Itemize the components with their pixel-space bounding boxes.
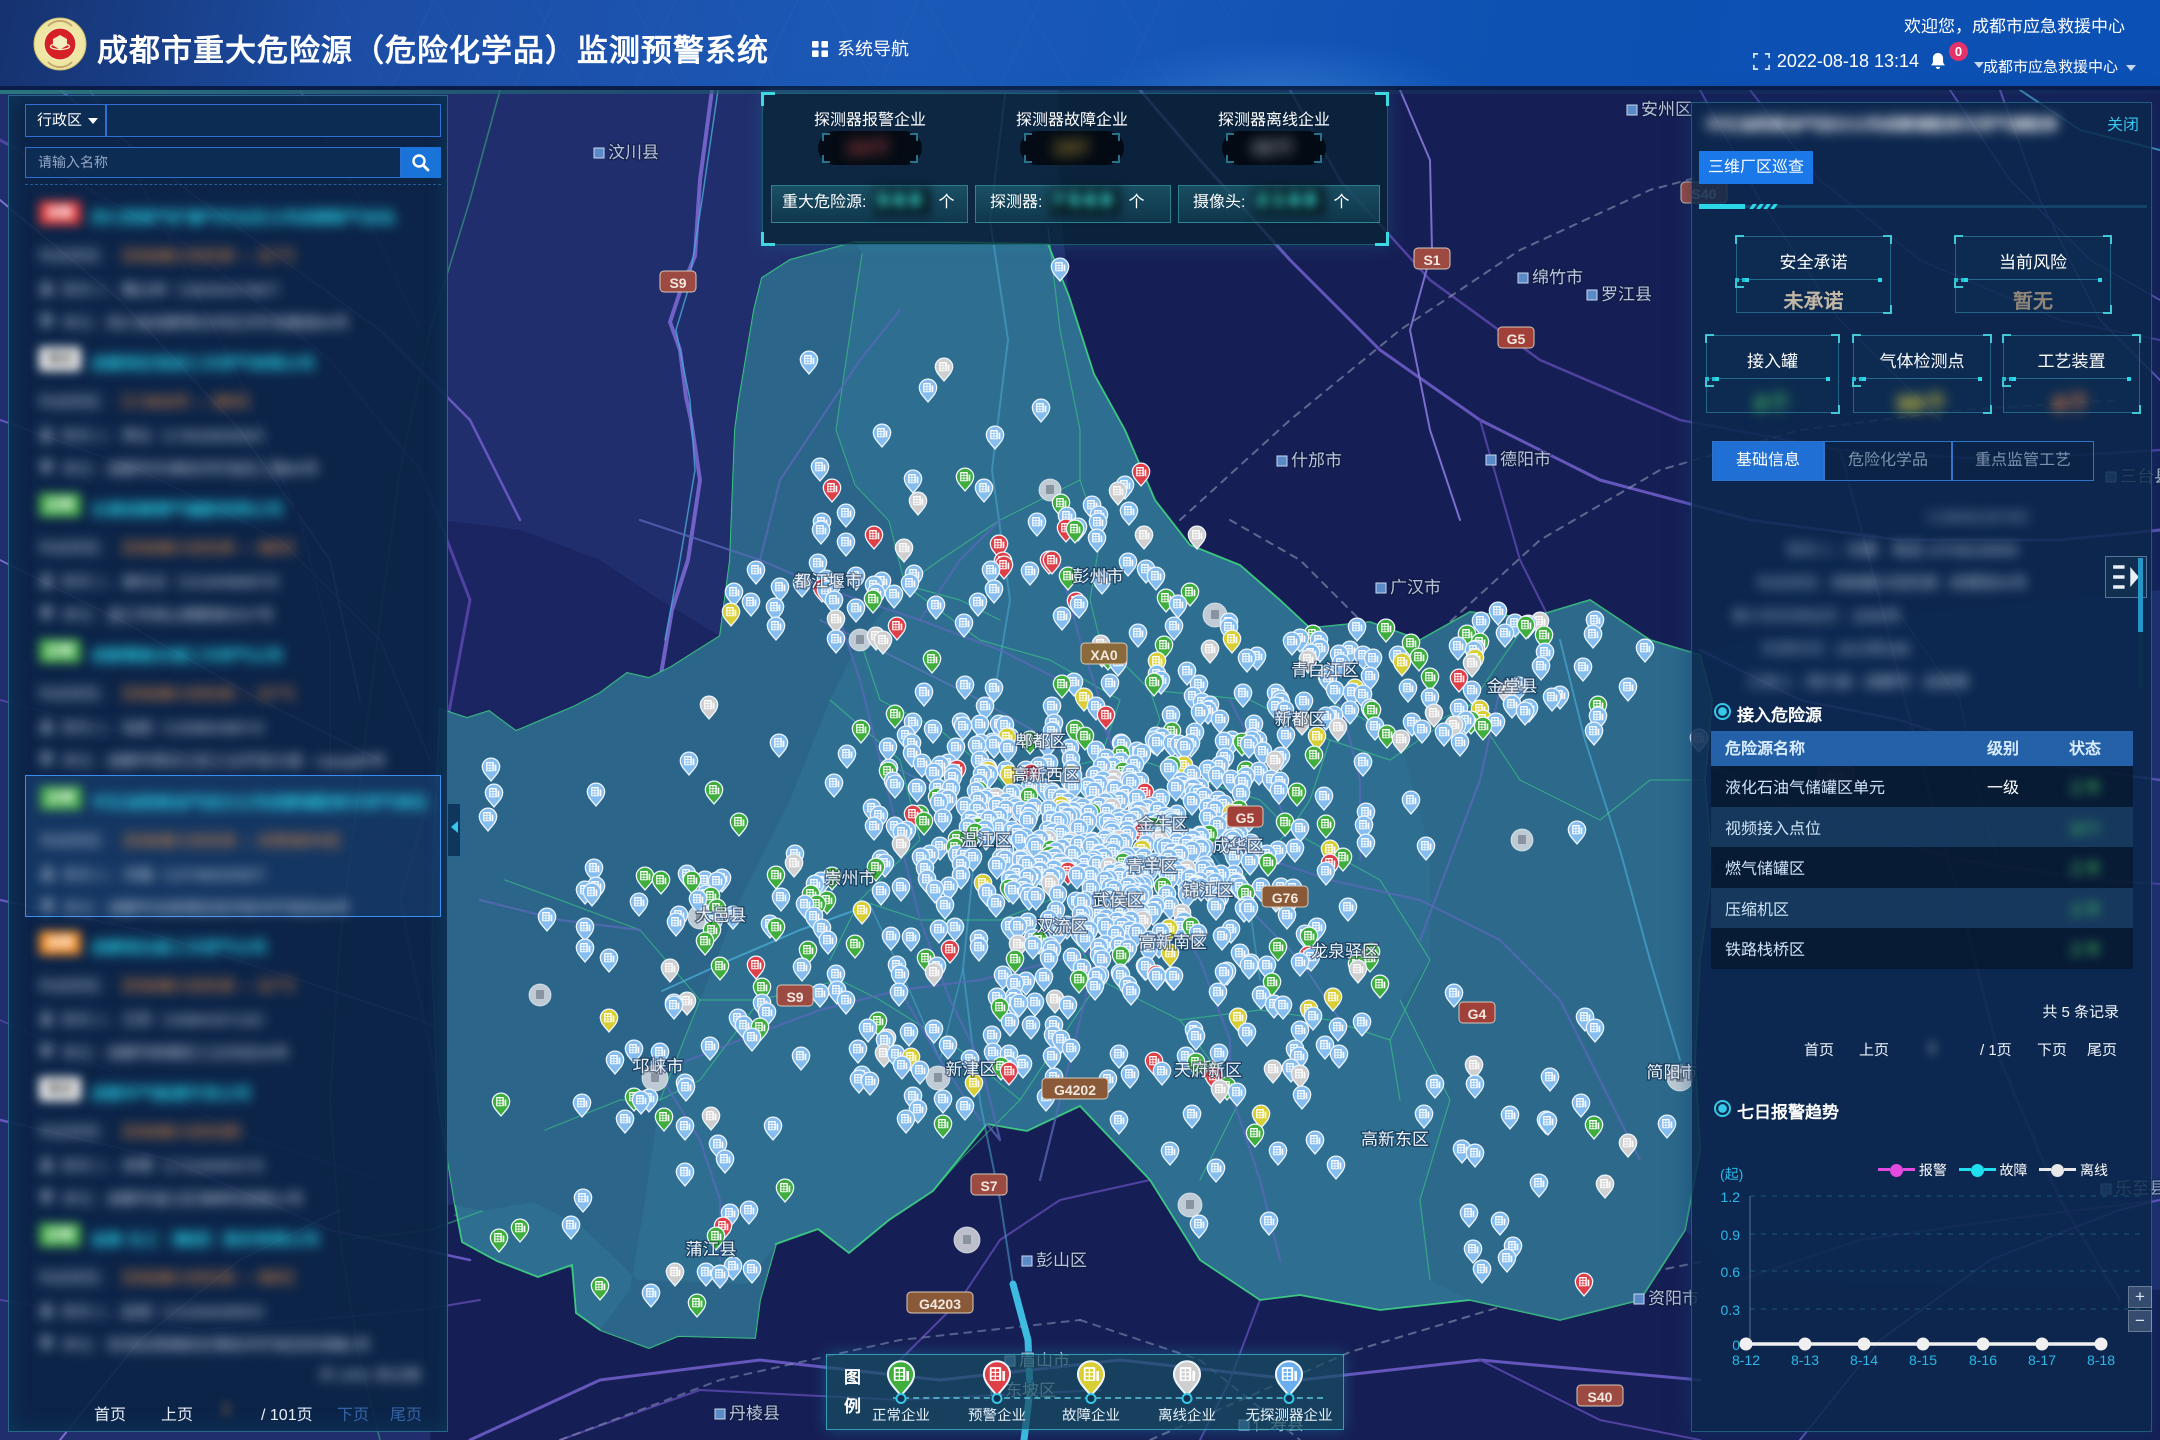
svg-text:双流区: 双流区 <box>1037 917 1088 936</box>
svg-text:什邡市: 什邡市 <box>1291 451 1342 470</box>
svg-text:罗江县: 罗江县 <box>1601 285 1652 304</box>
svg-text:都江堰市: 都江堰市 <box>794 572 862 591</box>
svg-text:青白江区: 青白江区 <box>1291 661 1359 680</box>
svg-text:安州区: 安州区 <box>1641 100 1692 119</box>
svg-text:彭州市: 彭州市 <box>1073 567 1124 586</box>
svg-text:郫都区: 郫都区 <box>1016 732 1067 751</box>
svg-text:邛崃市: 邛崃市 <box>633 1057 684 1076</box>
svg-text:温江区: 温江区 <box>961 831 1012 850</box>
svg-text:青羊区: 青羊区 <box>1127 857 1178 876</box>
svg-text:蒲江县: 蒲江县 <box>686 1240 737 1259</box>
svg-text:高新南区: 高新南区 <box>1139 933 1207 952</box>
svg-text:德阳市: 德阳市 <box>1500 450 1551 469</box>
svg-text:大邑县: 大邑县 <box>696 906 747 925</box>
svg-text:G4203: G4203 <box>919 1296 961 1312</box>
svg-text:XA0: XA0 <box>1090 647 1117 663</box>
svg-text:锦江区: 锦江区 <box>1183 881 1234 900</box>
svg-text:崇州市: 崇州市 <box>825 869 876 888</box>
svg-text:成华区: 成华区 <box>1213 837 1264 856</box>
svg-text:G76: G76 <box>1272 890 1299 906</box>
svg-text:新津区: 新津区 <box>946 1060 997 1079</box>
svg-text:武侯区: 武侯区 <box>1093 891 1144 910</box>
svg-text:高新东区: 高新东区 <box>1361 1130 1429 1149</box>
svg-text:丹棱县: 丹棱县 <box>729 1404 780 1423</box>
svg-text:高新西区: 高新西区 <box>1012 766 1080 785</box>
svg-text:广汉市: 广汉市 <box>1390 578 1441 597</box>
svg-text:新都区: 新都区 <box>1275 710 1326 729</box>
svg-text:G5: G5 <box>1236 810 1255 826</box>
svg-text:天府新区: 天府新区 <box>1174 1061 1242 1080</box>
svg-text:G4202: G4202 <box>1054 1082 1096 1098</box>
svg-text:彭山区: 彭山区 <box>1036 1251 1087 1270</box>
svg-text:龙泉驿区: 龙泉驿区 <box>1311 942 1379 961</box>
svg-text:金牛区: 金牛区 <box>1138 815 1189 834</box>
svg-text:S7: S7 <box>980 1178 997 1194</box>
svg-text:G4: G4 <box>1468 1006 1487 1022</box>
svg-text:S40: S40 <box>1588 1389 1613 1405</box>
svg-text:金堂县: 金堂县 <box>1487 677 1538 696</box>
svg-text:汶川县: 汶川县 <box>608 143 659 162</box>
svg-text:S1: S1 <box>1423 252 1440 268</box>
svg-text:S9: S9 <box>786 989 803 1005</box>
svg-text:简阳市: 简阳市 <box>1647 1063 1698 1082</box>
svg-text:绵竹市: 绵竹市 <box>1532 268 1583 287</box>
svg-text:S9: S9 <box>669 275 686 291</box>
svg-text:G5: G5 <box>1507 331 1526 347</box>
